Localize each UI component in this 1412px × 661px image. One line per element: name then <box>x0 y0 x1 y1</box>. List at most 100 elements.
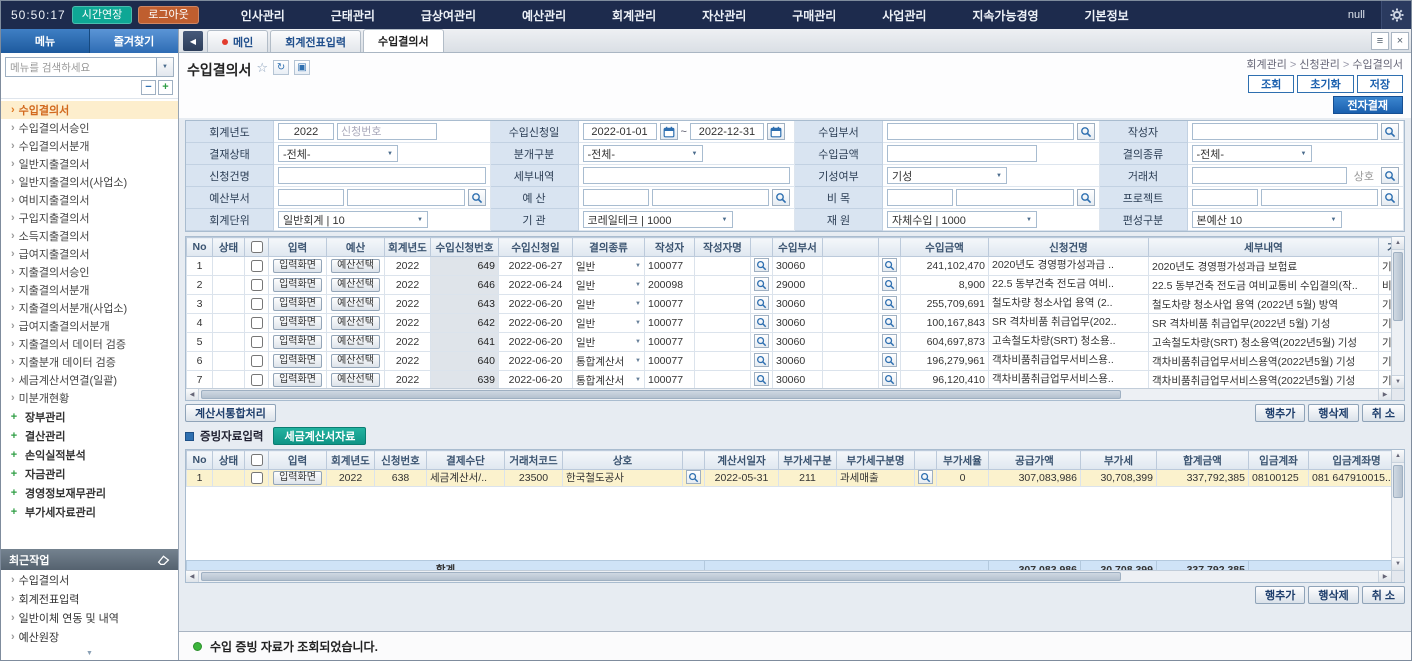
layout-icon[interactable]: ▣ <box>294 60 310 75</box>
scroll-up-icon[interactable]: ▲ <box>1392 237 1404 250</box>
cell-giseong[interactable]: 기성 <box>1379 352 1392 371</box>
column-header[interactable]: No <box>187 451 213 470</box>
table-row[interactable]: 1 입력화면 예산선택 2022 649 2022-06-27 일반 10007… <box>187 257 1392 276</box>
scroll-down-icon[interactable]: ▼ <box>1 646 178 660</box>
acct-unit-select[interactable]: 일반회계 | 10 <box>278 211 428 228</box>
budget-select-button[interactable]: 예산선택 <box>331 259 380 273</box>
sidebar-item[interactable]: › 지출결의서분개 <box>1 281 178 299</box>
bimok-code-input[interactable] <box>887 189 953 206</box>
scrollbar-thumb[interactable] <box>201 572 1121 581</box>
column-header[interactable]: 입력 <box>269 451 327 470</box>
budget-name-input[interactable] <box>652 189 770 206</box>
input-screen-button[interactable]: 입력화면 <box>273 354 322 368</box>
cell-title[interactable]: 철도차량 청소사업 용역 (2.. <box>989 295 1149 314</box>
search-button[interactable]: 조회 <box>1248 75 1294 93</box>
input-screen-button[interactable]: 입력화면 <box>273 316 322 330</box>
calendar-button[interactable] <box>660 123 678 140</box>
topbar-menu-item[interactable]: 예산관리 <box>516 7 572 24</box>
column-header[interactable]: 계산서일자 <box>705 451 779 470</box>
cell-giseong[interactable]: 기성 <box>1379 371 1392 390</box>
org-select[interactable]: 코레일테크 | 1000 <box>583 211 733 228</box>
scroll-down-icon[interactable]: ▼ <box>1392 557 1404 570</box>
project-code-input[interactable] <box>1192 189 1258 206</box>
search-button[interactable] <box>882 353 897 367</box>
topbar-menu-item[interactable]: 인사관리 <box>235 7 291 24</box>
row-checkbox[interactable] <box>251 355 263 367</box>
sidebar-group[interactable]: + 장부관리 <box>1 407 178 426</box>
fiscal-year-input[interactable] <box>278 123 334 140</box>
budget-search-button[interactable] <box>772 189 790 206</box>
resolution-type-select[interactable]: -전체- <box>1192 145 1312 162</box>
column-header[interactable]: 수입부서 <box>773 238 823 257</box>
sidebar-item[interactable]: › 일반지출결의서 <box>1 155 178 173</box>
settings-button[interactable] <box>1381 1 1411 29</box>
topbar-menu-item[interactable]: 구매관리 <box>786 7 842 24</box>
recent-work-item[interactable]: › 회계전표입력 <box>1 589 178 608</box>
scroll-up-icon[interactable]: ▲ <box>1392 450 1404 463</box>
row-checkbox[interactable] <box>251 260 263 272</box>
select-all-checkbox[interactable] <box>251 454 263 466</box>
column-header[interactable]: 부가세율 <box>937 451 989 470</box>
topbar-menu-item[interactable]: 급상여관리 <box>415 7 482 24</box>
cell-resolution-type[interactable]: 일반 <box>573 276 645 295</box>
sidebar-item[interactable]: › 지출분개 데이터 검증 <box>1 353 178 371</box>
sidebar-item[interactable]: › 급여지출결의서분개 <box>1 317 178 335</box>
cell-resolution-type[interactable]: 통합계산서 <box>573 371 645 390</box>
column-header[interactable]: 회계년도 <box>385 238 431 257</box>
search-button[interactable] <box>882 258 897 272</box>
search-button[interactable] <box>882 334 897 348</box>
project-name-input[interactable] <box>1261 189 1379 206</box>
recent-work-item[interactable]: › 수입결의서 <box>1 570 178 589</box>
cell-giseong[interactable]: 기성 <box>1379 257 1392 276</box>
column-header[interactable]: 입력 <box>269 238 327 257</box>
column-header[interactable]: 공급가액 <box>989 451 1081 470</box>
budget-select-button[interactable]: 예산선택 <box>331 278 380 292</box>
cancel-button[interactable]: 취 소 <box>1362 586 1405 604</box>
column-header[interactable]: 신청번호 <box>375 451 427 470</box>
sidebar-tab-favorites[interactable]: 즐겨찾기 <box>90 29 178 53</box>
writer-input[interactable] <box>1192 123 1379 140</box>
cell-resolution-type[interactable]: 일반 <box>573 257 645 276</box>
save-button[interactable]: 저장 <box>1357 75 1403 93</box>
recent-work-item[interactable]: › 일반이체 연동 및 내역 <box>1 608 178 627</box>
extend-time-button[interactable]: 시간연장 <box>72 6 132 24</box>
sidebar-item[interactable]: › 수입결의서 <box>1 101 178 119</box>
sidebar-item[interactable]: › 소득지출결의서 <box>1 227 178 245</box>
input-screen-button[interactable]: 입력화면 <box>273 471 322 485</box>
topbar-menu-item[interactable]: 회계관리 <box>606 7 662 24</box>
input-screen-button[interactable]: 입력화면 <box>273 373 322 387</box>
column-header[interactable]: 결의종류 <box>573 238 645 257</box>
column-header[interactable]: 수입금액 <box>901 238 989 257</box>
delete-row-button[interactable]: 행삭제 <box>1308 586 1358 604</box>
table-row[interactable]: 5 입력화면 예산선택 2022 641 2022-06-20 일반 10007… <box>187 333 1392 352</box>
cell-title[interactable]: 객차비품취급업무서비스용.. <box>989 352 1149 371</box>
income-dept-input[interactable] <box>887 123 1074 140</box>
vertical-scrollbar[interactable]: ▲ ▼ <box>1391 450 1404 570</box>
bimok-name-input[interactable] <box>956 189 1074 206</box>
scroll-left-icon[interactable]: ◀ <box>186 389 199 400</box>
breadcrumb-item[interactable]: 신청관리 <box>1290 59 1340 71</box>
budget-select-button[interactable]: 예산선택 <box>331 354 380 368</box>
document-tab[interactable]: 수입결의서 <box>363 29 444 52</box>
column-header[interactable]: 입금계좌명 <box>1309 451 1392 470</box>
scroll-down-icon[interactable]: ▼ <box>1392 375 1404 388</box>
sidebar-group[interactable]: + 경영정보재무관리 <box>1 483 178 502</box>
search-button[interactable] <box>882 372 897 386</box>
search-button[interactable] <box>754 334 769 348</box>
detail-input[interactable] <box>583 167 791 184</box>
breadcrumb-item[interactable]: 수입결의서 <box>1343 59 1403 71</box>
pyeonseong-select[interactable]: 본예산 10 <box>1192 211 1342 228</box>
tab-back-button[interactable]: ◀ <box>183 31 203 51</box>
column-header[interactable]: 작성자 <box>645 238 695 257</box>
scrollbar-thumb[interactable] <box>1393 252 1403 321</box>
sidebar-group[interactable]: + 손익실적분석 <box>1 445 178 464</box>
topbar-menu-item[interactable]: 지속가능경영 <box>966 7 1044 24</box>
search-button[interactable] <box>686 470 701 484</box>
column-header[interactable]: 수입신청일 <box>499 238 573 257</box>
request-number-input[interactable] <box>337 123 437 140</box>
approval-status-select[interactable]: -전체- <box>278 145 398 162</box>
column-header[interactable]: 입금계좌 <box>1249 451 1309 470</box>
input-screen-button[interactable]: 입력화면 <box>273 278 322 292</box>
calendar-button[interactable] <box>767 123 785 140</box>
tab-list-button[interactable]: ≡ <box>1371 32 1389 50</box>
